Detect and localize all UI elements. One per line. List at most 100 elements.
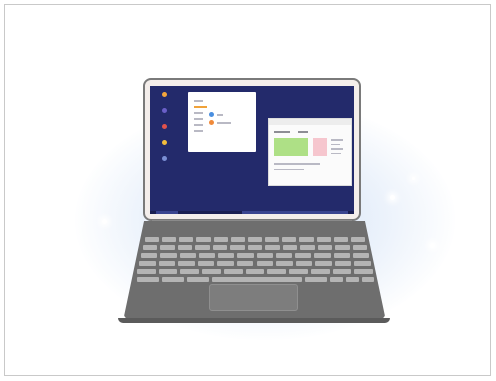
keyboard-key[interactable] <box>265 237 280 242</box>
app-icon-red[interactable] <box>162 124 167 129</box>
laptop-screen <box>150 86 354 214</box>
window-tabs <box>274 131 308 133</box>
settings-item[interactable] <box>209 112 223 117</box>
keyboard-key[interactable] <box>354 261 371 266</box>
keyboard-key[interactable] <box>346 277 359 282</box>
keyboard-key[interactable] <box>330 277 343 282</box>
keyboard-key[interactable] <box>187 277 209 282</box>
settings-menu-item[interactable] <box>194 100 203 102</box>
settings-menu-item[interactable] <box>194 124 203 126</box>
keyboard-key[interactable] <box>245 269 265 274</box>
keyboard-key[interactable] <box>276 261 293 266</box>
keyboard-key[interactable] <box>237 253 254 258</box>
keyboard-key[interactable] <box>317 245 333 250</box>
app-icon-yellow[interactable] <box>162 140 167 145</box>
keyboard-key[interactable] <box>230 245 245 250</box>
app-icon-blue[interactable] <box>162 156 167 161</box>
keyboard-key[interactable] <box>137 269 156 274</box>
keyboard-key[interactable] <box>218 253 235 258</box>
keyboard-key[interactable] <box>267 269 287 274</box>
app-dock <box>160 92 168 172</box>
keyboard-key[interactable] <box>314 253 331 258</box>
side-text-lines <box>331 139 343 157</box>
keyboard-key[interactable] <box>177 245 193 250</box>
keyboard-key[interactable] <box>333 253 350 258</box>
keyboard-key[interactable] <box>332 269 352 274</box>
keyboard-key[interactable] <box>223 269 243 274</box>
keyboard-key[interactable] <box>295 253 312 258</box>
keyboard-key[interactable] <box>265 245 280 250</box>
keyboard-key[interactable] <box>256 261 274 266</box>
settings-menu <box>194 100 208 136</box>
keyboard-key[interactable] <box>295 261 313 266</box>
keyboard-key[interactable] <box>141 253 158 258</box>
taskbar <box>150 211 354 214</box>
settings-window[interactable] <box>188 92 256 152</box>
keyboard-key[interactable] <box>158 269 178 274</box>
keyboard-key[interactable] <box>139 261 156 266</box>
keyboard-key[interactable] <box>334 261 352 266</box>
keyboard-key[interactable] <box>145 237 160 242</box>
sparkle <box>102 219 107 224</box>
keyboard-key[interactable] <box>198 253 215 258</box>
keyboard-key[interactable] <box>352 253 369 258</box>
window-title-bar[interactable] <box>269 119 351 125</box>
keyboard-key[interactable] <box>282 237 297 242</box>
keyboard-key[interactable] <box>179 253 196 258</box>
keyboard-key[interactable] <box>179 237 194 242</box>
tab[interactable] <box>274 131 290 133</box>
keyboard-key[interactable] <box>178 261 195 266</box>
keyboard-key[interactable] <box>256 253 273 258</box>
keyboard-key[interactable] <box>289 269 308 274</box>
trackpad[interactable] <box>209 284 298 311</box>
keyboard-key[interactable] <box>275 253 292 258</box>
app-icon-purple[interactable] <box>162 108 167 113</box>
settings-menu-item[interactable] <box>194 106 207 108</box>
keyboard-key[interactable] <box>217 261 234 266</box>
keyboard-key[interactable] <box>362 277 374 282</box>
keyboard-key[interactable] <box>158 261 176 266</box>
keyboard-key[interactable] <box>162 237 177 242</box>
keyboard-key[interactable] <box>143 245 158 250</box>
keyboard-key[interactable] <box>247 237 263 242</box>
keyboard-key[interactable] <box>315 261 332 266</box>
settings-item[interactable] <box>209 120 231 125</box>
keyboard-key[interactable] <box>160 245 175 250</box>
settings-menu-item[interactable] <box>194 118 203 120</box>
keyboard-key[interactable] <box>350 237 365 242</box>
settings-menu-item[interactable] <box>194 112 203 114</box>
keyboard-key[interactable] <box>333 237 348 242</box>
keyboard-key[interactable] <box>180 269 200 274</box>
keyboard-key[interactable] <box>305 277 327 282</box>
keyboard-key[interactable] <box>162 277 184 282</box>
keyboard-key[interactable] <box>282 245 298 250</box>
keyboard-key[interactable] <box>352 245 367 250</box>
keyboard-key[interactable] <box>212 245 228 250</box>
keyboard-key[interactable] <box>300 245 315 250</box>
keyboard-key[interactable] <box>213 237 228 242</box>
sparkle <box>430 243 435 248</box>
keyboard-key[interactable] <box>160 253 177 258</box>
pink-card[interactable] <box>313 138 327 156</box>
keyboard-key[interactable] <box>196 237 211 242</box>
sparkle <box>390 195 395 200</box>
keyboard-key[interactable] <box>197 261 215 266</box>
tab[interactable] <box>298 131 308 133</box>
dashboard-window[interactable] <box>268 118 352 186</box>
keyboard-key[interactable] <box>202 269 221 274</box>
keyboard-key[interactable] <box>230 237 245 242</box>
keyboard-key[interactable] <box>316 237 331 242</box>
keyboard-key[interactable] <box>236 261 254 266</box>
keyboard-key[interactable] <box>137 277 159 282</box>
keyboard-key[interactable] <box>335 245 350 250</box>
keyboard-key[interactable] <box>354 269 373 274</box>
keyboard-key[interactable] <box>310 269 330 274</box>
app-icon-orange[interactable] <box>162 92 167 97</box>
green-card[interactable] <box>274 138 308 156</box>
settings-menu-item[interactable] <box>194 130 203 132</box>
keyboard-key[interactable] <box>299 237 314 242</box>
keyboard-key[interactable] <box>247 245 263 250</box>
orange-circle-icon <box>209 120 214 125</box>
keyboard-key[interactable] <box>195 245 210 250</box>
spacebar-key[interactable] <box>212 277 302 282</box>
